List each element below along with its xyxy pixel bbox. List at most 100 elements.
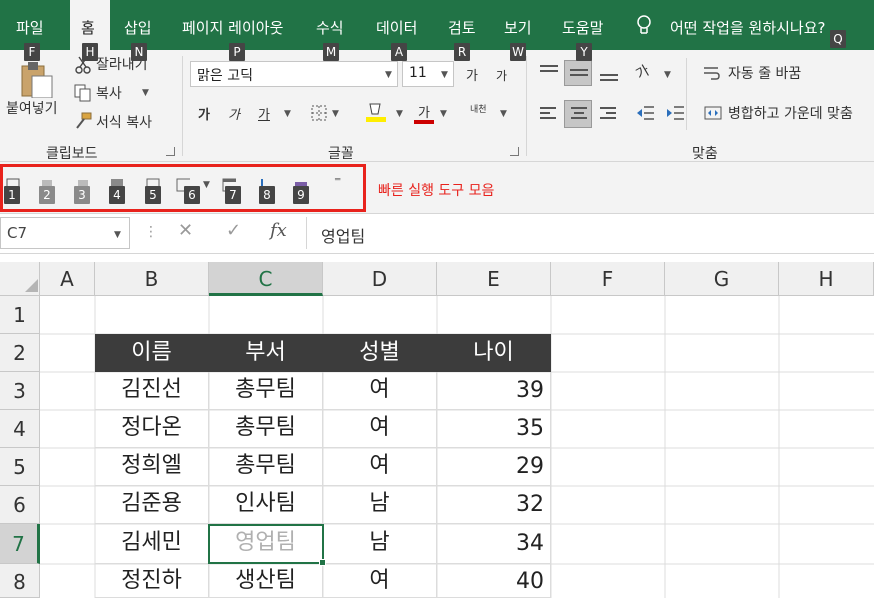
copy-dropdown-icon[interactable]: ▼ — [142, 88, 149, 98]
column-header-f[interactable]: F — [551, 262, 665, 296]
table-cell[interactable]: 34 — [437, 524, 551, 564]
align-middle-button[interactable] — [564, 60, 592, 86]
table-cell[interactable]: 인사팀 — [209, 486, 323, 524]
row-header-3[interactable]: 3 — [0, 372, 40, 410]
tab-home-label: 홈 — [81, 19, 95, 37]
underline-button[interactable]: 가 — [258, 104, 270, 123]
table-cell[interactable]: 여 — [323, 410, 437, 448]
italic-button[interactable]: 가 — [228, 104, 240, 123]
table-cell[interactable]: 여 — [323, 448, 437, 486]
qat-keytip-8: 8 — [259, 186, 275, 204]
table-header-name[interactable]: 이름 — [95, 334, 209, 372]
row-header-8[interactable]: 8 — [0, 564, 40, 598]
table-cell[interactable]: 생산팀 — [209, 564, 323, 598]
row-header-2[interactable]: 2 — [0, 334, 40, 372]
customize-qat-icon[interactable]: ⁼ — [334, 174, 341, 190]
paste-button[interactable] — [18, 60, 54, 99]
column-header-c[interactable]: C — [209, 262, 323, 296]
confirm-entry-icon[interactable]: ✓ — [226, 220, 241, 241]
table-cell[interactable]: 40 — [437, 564, 551, 598]
table-header-gender[interactable]: 성별 — [323, 334, 437, 372]
borders-dropdown-icon[interactable]: ▼ — [332, 109, 339, 119]
format-painter-icon — [76, 112, 92, 129]
wrap-text-icon — [704, 67, 720, 80]
row-header-6[interactable]: 6 — [0, 486, 40, 524]
phonetic-dropdown-icon[interactable]: ▼ — [500, 109, 507, 119]
table-cell[interactable]: 35 — [437, 410, 551, 448]
table-cell[interactable]: 남 — [323, 524, 437, 564]
font-size-dropdown-icon[interactable]: ▼ — [441, 70, 448, 80]
decrease-indent-icon[interactable] — [636, 104, 656, 122]
table-cell[interactable]: 남 — [323, 486, 437, 524]
copy-button[interactable]: 복사 — [96, 83, 122, 103]
row-header-1[interactable]: 1 — [0, 296, 40, 334]
row-header-4[interactable]: 4 — [0, 410, 40, 448]
qat-keytip-2: 2 — [39, 186, 55, 204]
column-header-e[interactable]: E — [437, 262, 551, 296]
column-header-a[interactable]: A — [40, 262, 95, 296]
table-header-dept[interactable]: 부서 — [209, 334, 323, 372]
qat-keytip-3: 3 — [74, 186, 90, 204]
tell-me-search[interactable]: 어떤 작업을 원하시나요? — [670, 17, 826, 38]
underline-dropdown-icon[interactable]: ▼ — [284, 109, 291, 119]
insert-function-button[interactable]: fx — [270, 220, 287, 241]
name-box[interactable]: C7 — [0, 217, 130, 249]
grow-font-button[interactable]: 가 — [466, 65, 478, 84]
qat-dropdown-6-icon[interactable]: ▼ — [203, 180, 210, 190]
table-cell[interactable]: 김준용 — [95, 486, 209, 524]
table-cell[interactable]: 정다온 — [95, 410, 209, 448]
align-top-button[interactable] — [538, 62, 560, 82]
formula-input[interactable]: 영업팀 — [306, 217, 874, 249]
align-right-button[interactable] — [598, 104, 620, 124]
table-cell[interactable]: 29 — [437, 448, 551, 486]
table-cell[interactable]: 정진하 — [95, 564, 209, 598]
column-header-d[interactable]: D — [323, 262, 437, 296]
table-cell[interactable]: 정희엘 — [95, 448, 209, 486]
qat-keytip-9: 9 — [293, 186, 309, 204]
table-header-age[interactable]: 나이 — [437, 334, 551, 372]
merge-center-button[interactable]: 병합하고 가운데 맞춤 — [728, 103, 853, 123]
formula-bar-grip-icon: ⋮ — [144, 224, 158, 240]
orientation-icon[interactable]: 가 — [632, 60, 653, 84]
table-cell[interactable]: 총무팀 — [209, 448, 323, 486]
align-center-button[interactable] — [564, 100, 592, 128]
font-color-dropdown-icon[interactable]: ▼ — [440, 109, 447, 119]
font-name-select[interactable]: 맑은 고딕 — [190, 61, 398, 87]
align-left-button[interactable] — [538, 104, 560, 124]
table-cell[interactable]: 김세민 — [95, 524, 209, 564]
increase-indent-icon[interactable] — [666, 104, 686, 122]
clipboard-launcher-icon[interactable] — [166, 147, 175, 156]
row-header-5[interactable]: 5 — [0, 448, 40, 486]
orientation-dropdown-icon[interactable]: ▼ — [664, 70, 671, 80]
fill-color-icon[interactable] — [364, 100, 388, 124]
phonetic-button[interactable]: 내천 — [470, 102, 487, 115]
name-box-dropdown-icon[interactable]: ▼ — [114, 230, 121, 240]
fill-handle[interactable] — [319, 559, 326, 566]
table-cell[interactable]: 여 — [323, 372, 437, 410]
column-header-h[interactable]: H — [779, 262, 874, 296]
keytip-review: R — [454, 43, 470, 61]
format-painter-button[interactable]: 서식 복사 — [96, 112, 152, 132]
row-header-7[interactable]: 7 — [0, 524, 40, 564]
font-name-dropdown-icon[interactable]: ▼ — [385, 70, 392, 80]
bold-button[interactable]: 가 — [198, 104, 210, 123]
table-cell[interactable]: 39 — [437, 372, 551, 410]
align-bottom-button[interactable] — [598, 62, 620, 84]
table-cell[interactable]: 여 — [323, 564, 437, 598]
cancel-entry-icon[interactable]: ✕ — [178, 220, 193, 241]
table-cell[interactable]: 김진선 — [95, 372, 209, 410]
table-cell[interactable]: 총무팀 — [209, 410, 323, 448]
wrap-text-button[interactable]: 자동 줄 바꿈 — [728, 63, 801, 83]
font-launcher-icon[interactable] — [510, 147, 519, 156]
tab-help-label: 도움말 — [562, 19, 604, 37]
column-header-g[interactable]: G — [665, 262, 779, 296]
tab-data-label: 데이터 — [376, 19, 418, 37]
fill-color-dropdown-icon[interactable]: ▼ — [396, 109, 403, 119]
borders-icon[interactable] — [310, 104, 328, 122]
shrink-font-button[interactable]: 가 — [496, 67, 507, 84]
font-color-button[interactable]: 가 — [418, 102, 430, 121]
table-cell[interactable]: 총무팀 — [209, 372, 323, 410]
keytip-view: W — [510, 43, 526, 61]
column-header-b[interactable]: B — [95, 262, 209, 296]
table-cell[interactable]: 32 — [437, 486, 551, 524]
